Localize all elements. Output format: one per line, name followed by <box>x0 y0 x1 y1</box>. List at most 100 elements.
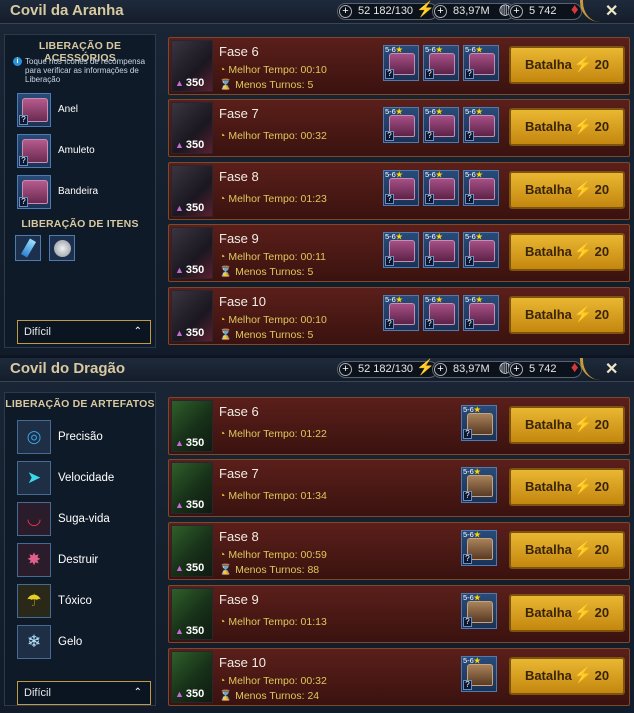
difficulty-select[interactable]: Difícil ⌃ <box>17 320 151 344</box>
speed-set-icon[interactable]: ➤ <box>17 461 51 495</box>
best-time: ◔ Melhor Tempo: 01:13 <box>219 616 327 628</box>
difficulty-select[interactable]: Difícil ⌃ <box>17 681 151 705</box>
toxic-set-icon[interactable]: ☂ <box>17 584 51 618</box>
battle-button[interactable]: Batalha ⚡ 20 <box>509 296 625 334</box>
accessory-label: Bandeira <box>58 186 99 197</box>
sidebar-heading: LIBERAÇÃO DE ARTEFATOS <box>5 398 155 410</box>
close-icon[interactable]: ✕ <box>605 359 618 379</box>
accessory-ring-icon[interactable]: ? <box>17 93 51 127</box>
gems-counter[interactable]: + 5 742 ♦ <box>508 2 582 20</box>
stage-row[interactable]: ▲ 350 Fase 9 ◔ Melhor Tempo: 00:11 ⌛ Menos … <box>168 224 630 282</box>
energy-counter[interactable]: + 52 182/130 ⚡ <box>337 2 439 20</box>
plus-icon[interactable]: + <box>339 5 352 18</box>
battle-button[interactable]: Batalha ⚡ 20 <box>509 46 625 84</box>
reward-icon[interactable]: 5-6★ ? <box>423 232 459 268</box>
reward-icon[interactable]: 5-6★ ? <box>423 45 459 81</box>
hourglass-icon: ⌛ <box>219 329 233 341</box>
min-turns: ⌛ Menos Turnos: 88 <box>219 564 320 576</box>
battle-button[interactable]: Batalha ⚡ 20 <box>509 594 625 632</box>
clock-icon: ◔ <box>219 428 226 440</box>
stage-row[interactable]: ▲ 350 Fase 8 ◔ Melhor Tempo: 00:59 ⌛ Menos … <box>168 522 630 580</box>
battle-button[interactable]: Batalha ⚡ 20 <box>509 531 625 569</box>
energy-icon: ⚡ <box>573 118 593 135</box>
reward-icon[interactable]: 5-6★ ? <box>383 45 419 81</box>
reward-icon[interactable]: 5-6★ ? <box>461 530 497 566</box>
stage-row[interactable]: ▲ 350 Fase 7 ◔ Melhor Tempo: 01:34 5-6★ ? … <box>168 459 630 517</box>
silver-coin-item-icon[interactable] <box>49 235 75 261</box>
stage-row[interactable]: ▲ 350 Fase 6 ◔ Melhor Tempo: 01:22 5-6★ ? … <box>168 397 630 455</box>
destroy-set-icon[interactable]: ✸ <box>17 543 51 577</box>
stage-row[interactable]: ▲ 350 Fase 8 ◔ Melhor Tempo: 01:23 5-6★ ? … <box>168 162 630 220</box>
reward-icon[interactable]: 5-6★ ? <box>461 467 497 503</box>
energy-counter[interactable]: + 52 182/130 ⚡ <box>337 360 439 378</box>
battle-cost: 20 <box>594 182 610 197</box>
artifact-set-label: Suga-vida <box>58 513 110 525</box>
reward-icon[interactable]: 5-6★ ? <box>463 107 499 143</box>
reward-icon[interactable]: 5-6★ ? <box>463 232 499 268</box>
reward-icon[interactable]: 5-6★ ? <box>383 295 419 331</box>
energy-icon: ⚡ <box>573 243 593 260</box>
clock-icon: ◔ <box>219 549 226 561</box>
reward-icon[interactable]: 5-6★ ? <box>383 170 419 206</box>
affinity-icon: ▲ <box>175 438 184 448</box>
stage-name: Fase 9 <box>219 231 259 246</box>
affinity-icon: ▲ <box>175 689 184 699</box>
stage-row[interactable]: ▲ 350 Fase 9 ◔ Melhor Tempo: 01:13 5-6★ ? … <box>168 585 630 643</box>
reward-icon[interactable]: 5-6★ ? <box>461 656 497 692</box>
reward-icon[interactable]: 5-6★ ? <box>423 295 459 331</box>
battle-button[interactable]: Batalha ⚡ 20 <box>509 108 625 146</box>
stage-row[interactable]: ▲ 350 Fase 10 ◔ Melhor Tempo: 00:32 ⌛ Menos… <box>168 648 630 706</box>
battle-button[interactable]: Batalha ⚡ 20 <box>509 468 625 506</box>
bow-ornament-icon <box>580 0 602 22</box>
stage-name: Fase 7 <box>219 106 259 121</box>
plus-icon[interactable]: + <box>339 363 352 376</box>
plus-icon[interactable]: + <box>510 5 523 18</box>
reward-icon[interactable]: 5-6★ ? <box>461 593 497 629</box>
reward-icon[interactable]: 5-6★ ? <box>383 107 419 143</box>
reward-icon[interactable]: 5-6★ ? <box>463 295 499 331</box>
best-time: ◔ Melhor Tempo: 00:32 <box>219 675 327 687</box>
plus-icon[interactable]: + <box>510 363 523 376</box>
boss-level: 350 <box>185 202 205 214</box>
reward-icon[interactable]: 5-6★ ? <box>461 405 497 441</box>
reward-icon[interactable]: 5-6★ ? <box>423 107 459 143</box>
frost-set-icon[interactable]: ❄ <box>17 625 51 659</box>
gems-counter[interactable]: + 5 742 ♦ <box>508 360 582 378</box>
reward-icon[interactable]: 5-6★ ? <box>463 170 499 206</box>
affinity-icon: ▲ <box>175 265 184 275</box>
battle-button[interactable]: Batalha ⚡ 20 <box>509 233 625 271</box>
reward-icon[interactable]: 5-6★ ? <box>383 232 419 268</box>
battle-button[interactable]: Batalha ⚡ 20 <box>509 171 625 209</box>
reward-icon[interactable]: 5-6★ ? <box>423 170 459 206</box>
page-title: Covil do Dragão <box>10 360 126 377</box>
battle-button[interactable]: Batalha ⚡ 20 <box>509 657 625 695</box>
accessory-label: Anel <box>58 104 79 115</box>
crystal-item-icon[interactable] <box>15 235 41 261</box>
accuracy-set-icon[interactable]: ◎ <box>17 420 51 454</box>
reward-icon[interactable]: 5-6★ ? <box>463 45 499 81</box>
silver-counter[interactable]: + 83,97M ◍ <box>432 360 515 378</box>
stage-row[interactable]: ▲ 350 Fase 10 ◔ Melhor Tempo: 00:10 ⌛ Menos… <box>168 287 630 345</box>
affinity-icon: ▲ <box>175 563 184 573</box>
energy-icon: ⚡ <box>573 541 593 558</box>
plus-icon[interactable]: + <box>434 363 447 376</box>
hourglass-icon: ⌛ <box>219 79 233 91</box>
battle-button[interactable]: Batalha ⚡ 20 <box>509 406 625 444</box>
plus-icon[interactable]: + <box>434 5 447 18</box>
silver-counter[interactable]: + 83,97M ◍ <box>432 2 515 20</box>
dragon-den-screen: Covil do Dragão + 52 182/130 ⚡ + 83,97M … <box>0 358 634 713</box>
boss-portrait: ▲ 350 <box>171 227 213 279</box>
clock-icon: ◔ <box>219 616 226 628</box>
best-time: ◔ Melhor Tempo: 01:34 <box>219 490 327 502</box>
energy-icon: ⚡ <box>573 181 593 198</box>
stage-row[interactable]: ▲ 350 Fase 6 ◔ Melhor Tempo: 00:10 ⌛ Menos … <box>168 37 630 95</box>
lifesteal-set-icon[interactable]: ◡ <box>17 502 51 536</box>
affinity-icon: ▲ <box>175 140 184 150</box>
clock-icon: ◔ <box>219 130 226 142</box>
accessory-banner-icon[interactable]: ? <box>17 175 51 209</box>
close-icon[interactable]: ✕ <box>605 1 618 21</box>
boss-portrait: ▲ 350 <box>171 102 213 154</box>
min-turns: ⌛ Menos Turnos: 5 <box>219 79 314 91</box>
accessory-amulet-icon[interactable]: ? <box>17 134 51 168</box>
stage-row[interactable]: ▲ 350 Fase 7 ◔ Melhor Tempo: 00:32 5-6★ ? … <box>168 99 630 157</box>
